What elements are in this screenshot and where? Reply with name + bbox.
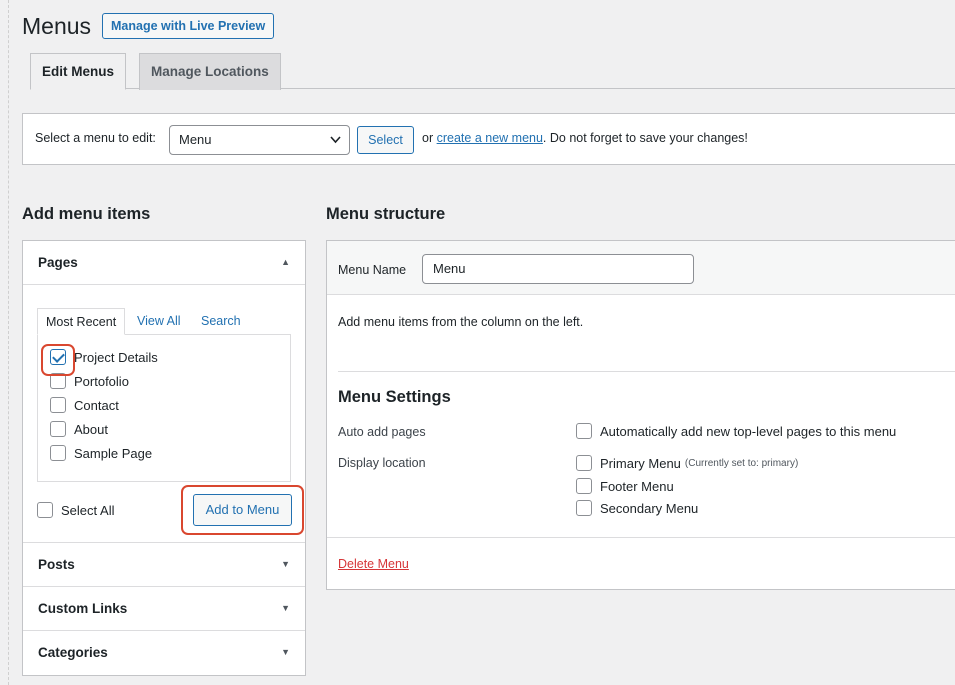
page-border [8, 0, 9, 685]
menu-select-bar: Select a menu to edit: Menu Select or cr… [22, 113, 955, 165]
menu-structure-panel: Menu Name Menu Add menu items from the c… [326, 240, 955, 590]
checkbox[interactable] [37, 502, 53, 518]
chevron-down-icon [330, 126, 341, 165]
location-option-footer[interactable]: Footer Menu [576, 478, 674, 494]
location-label: Footer Menu [600, 478, 674, 494]
menu-name-input[interactable]: Menu [422, 254, 694, 284]
divider [327, 537, 955, 538]
auto-add-option[interactable]: Automatically add new top-level pages to… [576, 423, 896, 439]
checkbox[interactable] [50, 445, 66, 461]
caret-down-icon: ▼ [281, 559, 290, 569]
checkbox[interactable] [50, 397, 66, 413]
menu-select-dropdown[interactable]: Menu [169, 125, 350, 155]
accordion-custom-links-header[interactable]: Custom Links ▼ [23, 587, 305, 631]
auto-add-pages-label: Auto add pages [338, 425, 426, 439]
select-menu-label: Select a menu to edit: [35, 131, 156, 145]
select-button[interactable]: Select [357, 126, 414, 154]
page-label: About [74, 421, 108, 437]
checkbox-highlight [41, 344, 75, 376]
auto-add-option-label: Automatically add new top-level pages to… [600, 423, 897, 439]
accordion-categories-header[interactable]: Categories ▼ [23, 631, 305, 675]
menu-structure-title: Menu structure [326, 205, 446, 223]
add-menu-items-title: Add menu items [22, 205, 151, 223]
accordion-pages-header[interactable]: Pages ▲ [23, 241, 305, 285]
tab-search[interactable]: Search [201, 308, 241, 335]
location-label: Primary Menu [600, 455, 681, 471]
checkbox[interactable] [576, 500, 592, 516]
caret-up-icon: ▲ [281, 257, 290, 267]
divider [338, 371, 955, 372]
pages-checklist: Project Details Portofolio Contact About… [37, 334, 291, 482]
caret-down-icon: ▼ [281, 647, 290, 657]
tab-most-recent[interactable]: Most Recent [37, 308, 126, 335]
nav-tabs: Edit Menus Manage Locations [30, 53, 955, 90]
checkbox[interactable] [576, 455, 592, 471]
tab-view-all[interactable]: View All [137, 308, 181, 335]
accordion-title: Posts [38, 557, 75, 572]
select-all-label: Select All [61, 502, 115, 518]
location-option-primary[interactable]: Primary Menu (Currently set to: primary) [576, 455, 798, 471]
delete-menu-link[interactable]: Delete Menu [338, 557, 409, 571]
tab-edit-menus[interactable]: Edit Menus [30, 53, 127, 90]
menus-page: Menus Manage with Live Preview Edit Menu… [22, 0, 955, 685]
caret-down-icon: ▼ [281, 603, 290, 613]
manage-live-preview-button[interactable]: Manage with Live Preview [102, 13, 275, 39]
checkbox[interactable] [576, 478, 592, 494]
list-item[interactable]: Contact [50, 396, 119, 414]
location-note: (Currently set to: primary) [684, 457, 799, 469]
create-new-menu-link[interactable]: create a new menu [437, 131, 543, 145]
list-item[interactable]: About [50, 420, 108, 438]
tab-manage-locations[interactable]: Manage Locations [139, 53, 281, 90]
location-label: Secondary Menu [600, 500, 699, 516]
select-help-text: or create a new menu. Do not forget to s… [422, 131, 748, 145]
page-label: Sample Page [74, 445, 153, 461]
location-option-secondary[interactable]: Secondary Menu [576, 500, 698, 516]
display-location-label: Display location [338, 456, 426, 470]
button-highlight [181, 485, 304, 535]
help-suffix: . Do not forget to save your changes! [542, 131, 748, 145]
menu-name-label: Menu Name [338, 263, 407, 277]
menu-select-value: Menu [179, 132, 212, 147]
accordion-posts-header[interactable]: Posts ▼ [23, 543, 305, 587]
page-label: Project Details [74, 349, 158, 365]
checkbox[interactable] [576, 423, 592, 439]
menu-settings-title: Menu Settings [338, 388, 451, 406]
page-label: Contact [74, 397, 119, 413]
select-all-checkbox[interactable]: Select All [37, 502, 114, 518]
menu-name-header: Menu Name Menu [327, 241, 955, 295]
page-title: Menus [22, 13, 92, 39]
list-item[interactable]: Sample Page [50, 444, 152, 462]
structure-hint: Add menu items from the column on the le… [338, 315, 584, 329]
accordion-title: Categories [38, 645, 108, 660]
help-prefix: or [422, 131, 434, 145]
page-label: Portofolio [74, 373, 129, 389]
accordion-title: Custom Links [38, 601, 128, 616]
accordion-title: Pages [38, 255, 78, 270]
checkbox[interactable] [50, 421, 66, 437]
